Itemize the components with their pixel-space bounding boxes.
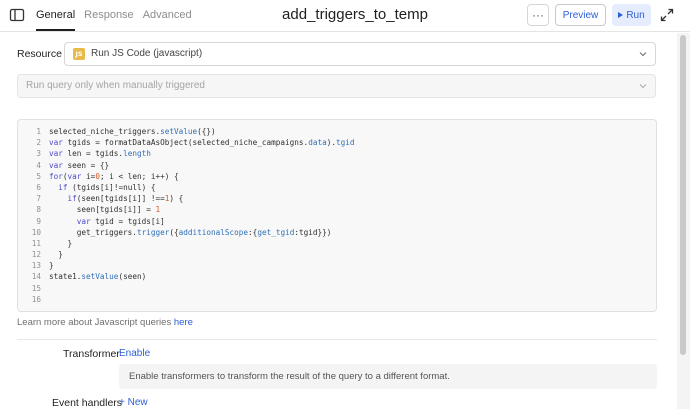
expand-icon[interactable] (660, 8, 674, 22)
line-number: 1 (36, 127, 41, 136)
resource-value: Run JS Code (javascript) (91, 48, 203, 59)
line-number: 16 (31, 294, 41, 304)
line-number: 8 (36, 205, 41, 215)
line-number: 9 (36, 216, 41, 226)
add-event-handler-link[interactable]: + New (119, 397, 148, 408)
code-line[interactable]: } (49, 260, 355, 271)
sidebar-toggle-icon[interactable] (9, 7, 25, 23)
trigger-mode-select[interactable]: Run query only when manually triggered (17, 74, 656, 98)
transformer-label: Transformer (63, 348, 120, 360)
line-number: 4 (36, 160, 41, 170)
line-number: 15 (31, 283, 41, 293)
preview-button[interactable]: Preview (555, 4, 606, 26)
code-line[interactable]: var tgid = tgids[i] (49, 216, 355, 227)
vertical-scrollbar[interactable] (677, 33, 690, 409)
line-number: 14 (31, 272, 41, 282)
code-line[interactable]: state1.setValue(seen) (49, 271, 355, 282)
tab-general[interactable]: General (36, 0, 76, 31)
code-line[interactable]: for(var i=0; i < len; i++) { (49, 171, 355, 182)
code-line[interactable]: var seen = {} (49, 160, 355, 171)
code-line[interactable]: get_triggers.trigger({additionalScope:{g… (49, 227, 355, 238)
line-number: 3 (36, 149, 41, 159)
code-line[interactable]: if (tgids[i]!=null) { (49, 182, 355, 193)
learn-more-label: Learn more about Javascript queries (17, 317, 174, 328)
line-number: 13 (31, 261, 41, 271)
tab-advanced[interactable]: Advanced (143, 0, 192, 31)
query-editor-header: General Response Advanced add_triggers_t… (0, 0, 690, 32)
line-number: 11 (31, 238, 41, 248)
line-number: 2 (36, 138, 41, 148)
tab-response[interactable]: Response (84, 0, 134, 31)
enable-transformer-link[interactable]: Enable (119, 348, 150, 359)
resource-select[interactable]: JS Run JS Code (javascript) (64, 42, 656, 66)
code-line[interactable]: seen[tgids[i]] = 1 (49, 204, 355, 215)
resource-label: Resource (17, 48, 62, 60)
code-lines[interactable]: selected_niche_triggers.setValue({}) var … (49, 126, 355, 305)
trigger-mode-value: Run query only when manually triggered (26, 80, 205, 91)
transformer-description: Enable transformers to transform the res… (129, 371, 450, 382)
line-number: 6 (36, 182, 41, 192)
line-number-gutter: 1 2 3 4 5 6 7 8 9 10 11 12 13 14 15 16 (18, 126, 41, 305)
query-tabs: General Response Advanced (36, 0, 201, 32)
code-line[interactable]: var tgids = formatDataAsObject(selected_… (49, 137, 355, 148)
code-line[interactable]: selected_niche_triggers.setValue({}) (49, 126, 355, 137)
learn-more-text: Learn more about Javascript queries here (17, 317, 193, 328)
event-handlers-label: Event handlers (52, 397, 123, 409)
code-line[interactable] (49, 283, 355, 294)
query-name[interactable]: add_triggers_to_temp (230, 6, 480, 23)
line-number: 12 (31, 250, 41, 260)
code-line[interactable]: } (49, 249, 355, 260)
code-line[interactable] (49, 294, 355, 305)
line-number: 7 (36, 194, 41, 204)
section-divider (17, 339, 657, 340)
scrollbar-thumb[interactable] (680, 35, 686, 355)
more-options-button[interactable]: ··· (527, 4, 549, 26)
code-editor[interactable]: 1 2 3 4 5 6 7 8 9 10 11 12 13 14 15 16 selected_niche_t… (17, 119, 657, 312)
chevron-down-icon (639, 84, 647, 89)
run-button[interactable]: Run (612, 4, 651, 26)
code-line[interactable]: if(seen[tgids[i]] !==1) { (49, 193, 355, 204)
code-line[interactable]: var len = tgids.length (49, 148, 355, 159)
learn-more-link[interactable]: here (174, 317, 193, 328)
line-number: 5 (36, 171, 41, 181)
line-number: 10 (31, 227, 41, 237)
play-icon (618, 12, 624, 18)
run-button-label: Run (626, 9, 645, 21)
chevron-down-icon (639, 52, 647, 57)
javascript-icon: JS (73, 48, 85, 60)
code-line[interactable]: } (49, 238, 355, 249)
transformer-info-box: Enable transformers to transform the res… (119, 364, 657, 389)
